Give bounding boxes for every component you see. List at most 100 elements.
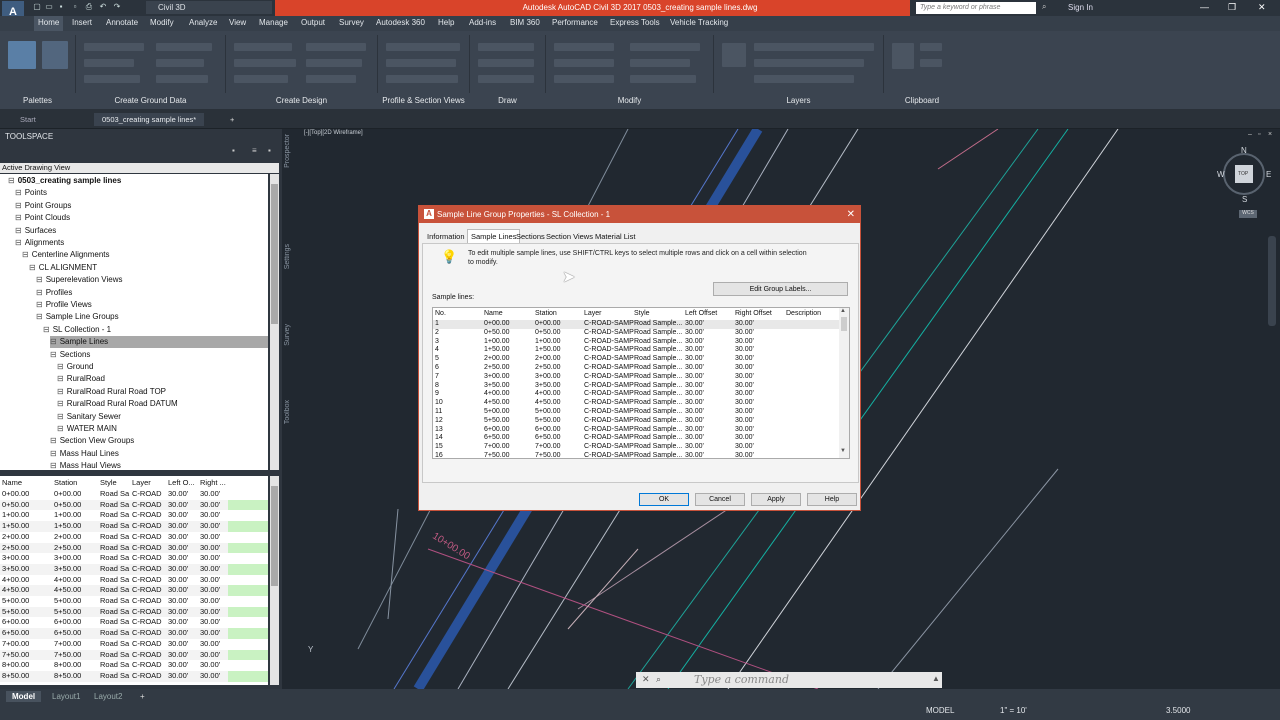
search-input[interactable]: Type a keyword or phrase [916,2,1036,14]
tree-expand-icon[interactable]: ⊟ [36,300,43,309]
workspace-selector[interactable]: Civil 3D [146,1,272,14]
command-input[interactable]: Type a command [636,672,942,688]
command-close-icon[interactable]: ✕ [642,674,650,685]
table-column-header[interactable]: Description [786,310,821,317]
list-row[interactable]: 2+00.00 2+00.00 Road Sa C-ROAD 30.00' 30.00' [0,532,268,543]
panel-label[interactable]: Profile & Section Views [378,96,469,105]
tree-node[interactable]: ⊟ Mass Haul Views [50,460,121,472]
dialog-tab-material-list[interactable]: Material List [592,230,638,243]
layout2-tab[interactable]: Layout2 [88,691,128,702]
compass-south[interactable]: S [1242,195,1247,204]
sample-line-row[interactable]: 16 7+50.00 7+50.00 C-ROAD-SAMP Road Sample..… [433,452,839,458]
list-row[interactable]: 8+50.00 8+50.00 Road Sa C-ROAD 30.00' 30.00' [0,670,268,682]
tree-expand-icon[interactable]: ⊟ [36,312,43,321]
sample-line-row[interactable]: 1 0+00.00 0+00.00 C-ROAD-SAMP Road Sample...… [433,320,839,329]
tree-expand-icon[interactable]: ⊟ [15,226,22,235]
close-icon[interactable]: ✕ [1258,2,1266,13]
model-space-toggle[interactable]: MODEL [926,706,954,715]
list-row[interactable]: 2+50.00 2+50.00 Road Sa C-ROAD 30.00' 30.00' [0,542,268,554]
tree-node[interactable]: ⊟ WATER MAIN [57,423,117,435]
tree-node[interactable]: ⊟ Centerline Alignments [22,249,110,261]
menu-tab-performance[interactable]: Performance [552,18,598,27]
tree-expand-icon[interactable]: ⊟ [50,350,57,359]
new-tab-icon[interactable]: + [222,113,242,126]
list-row[interactable]: 0+00.00 0+00.00 Road Sa C-ROAD 30.00' 30.00' [0,489,268,500]
list-row[interactable]: 7+00.00 7+00.00 Road Sa C-ROAD 30.00' 30.00' [0,639,268,650]
menu-tab-express-tools[interactable]: Express Tools [610,18,660,27]
tree-node[interactable]: ⊟ RuralRoad [57,373,105,385]
sample-line-row[interactable]: 4 1+50.00 1+50.00 C-ROAD-SAMP Road Sample...… [433,346,839,355]
tree-expand-icon[interactable]: ⊟ [50,436,57,445]
side-tab-prospector[interactable]: Prospector [284,134,291,168]
list-column-header[interactable]: Station [54,478,77,487]
tree-node[interactable]: ⊟ Section View Groups [50,435,134,447]
sign-in-link[interactable]: Sign In [1068,3,1093,12]
apply-button[interactable]: Apply [751,493,801,506]
panel-label[interactable]: Create Ground Data [76,96,225,105]
view-label[interactable]: Active Drawing View [0,163,279,173]
ok-button[interactable]: OK [639,493,689,506]
wcs-menu[interactable]: WCS [1239,210,1257,218]
binoculars-icon[interactable]: ⌕ [1042,2,1046,12]
panel-label[interactable]: Layers [714,96,883,105]
compass-north[interactable]: N [1241,146,1247,155]
list-column-header[interactable]: Right ... [200,478,226,487]
tree-node[interactable]: ⊟ Mass Haul Lines [50,448,119,460]
menu-tab-bim-360[interactable]: BIM 360 [510,18,540,27]
menu-tab-modify[interactable]: Modify [150,18,174,27]
tree-node[interactable]: ⊟ 0503_creating sample lines [8,175,121,187]
list-row[interactable]: 6+50.00 6+50.00 Road Sa C-ROAD 30.00' 30.00' [0,628,268,639]
tree-expand-icon[interactable]: ⊟ [57,412,64,421]
tree-node[interactable]: ⊟ Surfaces [15,225,56,237]
panel-label[interactable]: Create Design [226,96,377,105]
sample-line-row[interactable]: 9 4+00.00 4+00.00 C-ROAD-SAMP Road Sample...… [433,390,839,399]
command-history-icon[interactable]: ▲ [932,674,940,683]
dialog-tab-information[interactable]: Information [424,230,468,243]
table-column-header[interactable]: Station [535,310,557,317]
sample-line-row[interactable]: 5 2+00.00 2+00.00 C-ROAD-SAMP Road Sample...… [433,355,839,364]
toolspace-pin-icon[interactable]: ▪ [268,146,271,155]
new-icon[interactable]: ▢ [32,2,42,13]
tree-expand-icon[interactable]: ⊟ [50,337,57,346]
panel-label[interactable]: Modify [546,96,713,105]
tree-node[interactable]: ⊟ SL Collection - 1 [43,324,111,336]
tree-scroll-thumb[interactable] [271,184,278,324]
dialog-close-icon[interactable]: ✕ [847,206,855,223]
table-scroll-thumb[interactable] [841,317,847,331]
compass-east[interactable]: E [1266,170,1271,179]
help-button[interactable]: Help [807,493,857,506]
sample-line-row[interactable]: 15 7+00.00 7+00.00 C-ROAD-SAMP Road Sample..… [433,443,839,452]
tree-expand-icon[interactable]: ⊟ [57,362,64,371]
menu-tab-help[interactable]: Help [438,18,454,27]
menu-tab-insert[interactable]: Insert [72,18,92,27]
tree-expand-icon[interactable]: ⊟ [8,176,15,185]
annotation-scale[interactable]: 1" = 10' [1000,706,1027,715]
tree-node[interactable]: ⊟ Alignments [15,237,64,249]
scroll-down-icon[interactable]: ▼ [840,448,846,454]
tree-expand-icon[interactable]: ⊟ [15,188,22,197]
sample-line-row[interactable]: 10 4+50.00 4+50.00 C-ROAD-SAMP Road Sample..… [433,399,839,408]
tree-expand-icon[interactable]: ⊟ [36,288,43,297]
panel-label[interactable]: Clipboard [884,96,960,105]
tree-node[interactable]: ⊟ Sections [50,349,90,361]
view-cube-top[interactable]: TOP [1238,171,1248,177]
tree-node[interactable]: ⊟ Ground [57,361,93,373]
tree-expand-icon[interactable]: ⊟ [43,325,50,334]
viewport-maximize-icon[interactable]: ▫ [1258,131,1260,138]
tree-expand-icon[interactable]: ⊟ [57,387,64,396]
tree-node[interactable]: ⊟ CL ALIGNMENT [29,262,97,274]
table-scrollbar[interactable]: ▲ ▼ [839,308,849,458]
list-row[interactable]: 6+00.00 6+00.00 Road Sa C-ROAD 30.00' 30.00' [0,617,268,628]
list-column-header[interactable]: Style [100,478,117,487]
menu-tab-autodesk-360[interactable]: Autodesk 360 [376,18,425,27]
sample-line-row[interactable]: 7 3+00.00 3+00.00 C-ROAD-SAMP Road Sample...… [433,373,839,382]
side-tab-toolbox[interactable]: Toolbox [284,400,291,424]
viewport-minimize-icon[interactable]: – [1248,131,1252,138]
panel-label[interactable]: Palettes [0,96,75,105]
toolspace-icon[interactable] [8,41,36,69]
toolspace-option-icon[interactable]: ▪ [232,146,235,155]
toolspace-menu-icon[interactable]: ≡ [252,146,257,155]
view-cube[interactable]: N S E W TOP WCS [1213,146,1277,218]
sample-line-row[interactable]: 14 6+50.00 6+50.00 C-ROAD-SAMP Road Sample..… [433,434,839,443]
table-column-header[interactable]: Left Offset [685,310,717,317]
